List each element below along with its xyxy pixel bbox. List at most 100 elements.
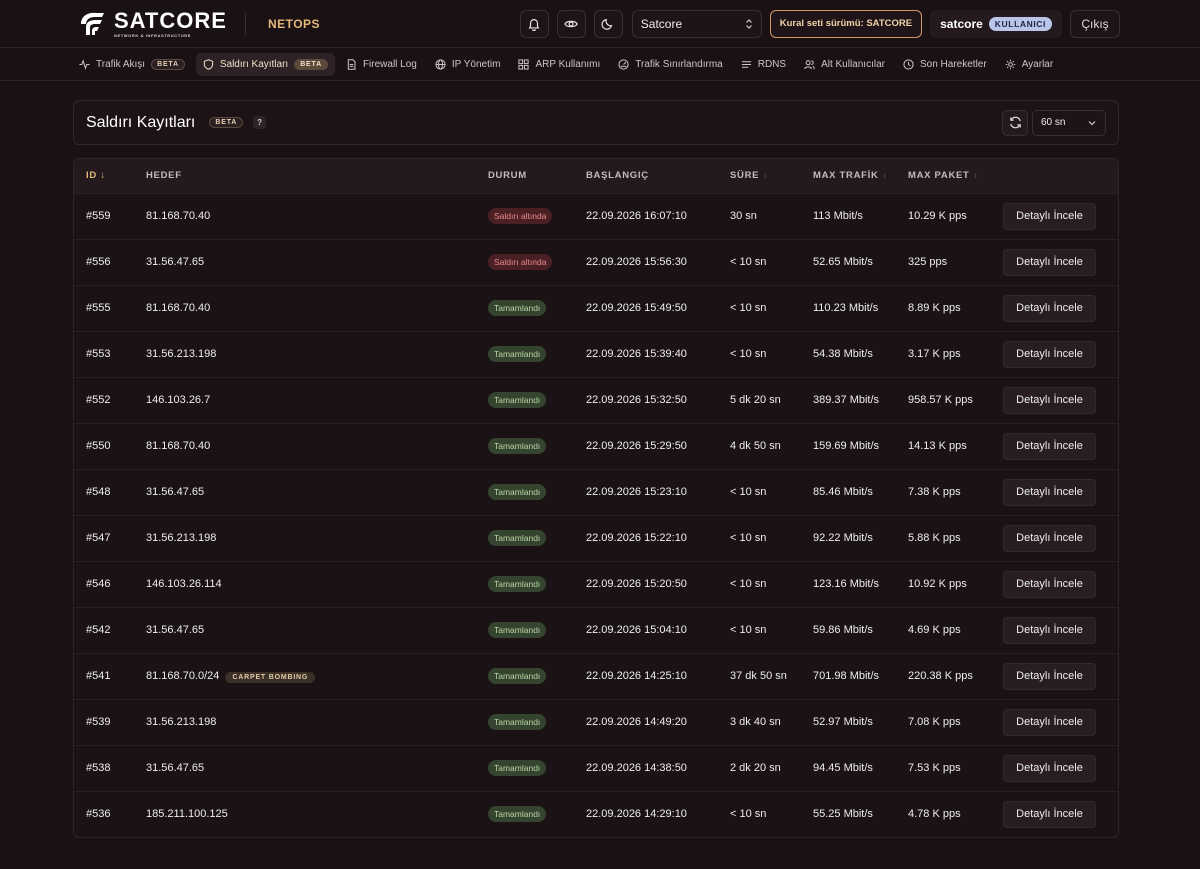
cell-max-traffic: 52.65 Mbit/s bbox=[813, 256, 873, 268]
cell-max-packet: 220.38 K pps bbox=[908, 670, 973, 682]
status-badge: Tamamlandı bbox=[488, 392, 547, 408]
target-ip: 81.168.70.40 bbox=[146, 440, 211, 452]
detail-button[interactable]: Detaylı İncele bbox=[1003, 294, 1096, 322]
status-badge: Saldırı altında bbox=[488, 208, 553, 224]
ruleset-version-button[interactable]: Kural seti sürümü: SATCORE bbox=[769, 9, 923, 38]
cell-status: Tamamlandı bbox=[476, 423, 574, 469]
help-button[interactable]: ? bbox=[253, 116, 267, 129]
nav-item-rdns[interactable]: RDNS bbox=[734, 53, 793, 76]
target-ip: 31.56.213.198 bbox=[146, 716, 217, 728]
nav-item-son-hareketler[interactable]: Son Hareketler bbox=[896, 53, 994, 76]
table-row: #555 81.168.70.40 Tamamlandı 22.09.2026 … bbox=[74, 285, 1118, 331]
nav-item-arp-kullanimi[interactable]: ARP Kullanımı bbox=[511, 53, 607, 76]
table-row: #550 81.168.70.40 Tamamlandı 22.09.2026 … bbox=[74, 423, 1118, 469]
users-icon bbox=[804, 59, 815, 69]
column-header-status: DURUM bbox=[476, 159, 574, 193]
column-header-label: ID bbox=[86, 170, 97, 182]
detail-button[interactable]: Detaylı İncele bbox=[1003, 570, 1096, 598]
cell-start: 22.09.2026 15:22:10 bbox=[586, 532, 687, 544]
detail-button[interactable]: Detaylı İncele bbox=[1003, 432, 1096, 460]
detail-button[interactable]: Detaylı İncele bbox=[1003, 708, 1096, 736]
table-row: #559 81.168.70.40 Saldırı altında 22.09.… bbox=[74, 193, 1118, 239]
target-ip: 31.56.47.65 bbox=[146, 256, 205, 268]
table-row: #553 31.56.213.198 Tamamlandı 22.09.2026… bbox=[74, 331, 1118, 377]
status-badge: Tamamlandı bbox=[488, 576, 547, 592]
document-icon bbox=[347, 58, 356, 70]
nav-item-ayarlar[interactable]: Ayarlar bbox=[998, 53, 1061, 76]
cell-duration: < 10 sn bbox=[730, 532, 767, 544]
clock-icon bbox=[903, 58, 914, 70]
detail-button[interactable]: Detaylı İncele bbox=[1003, 340, 1096, 368]
status-badge: Tamamlandı bbox=[488, 760, 547, 776]
cell-actions: Detaylı İncele bbox=[991, 745, 1118, 791]
user-menu[interactable]: satcore KULLANICI bbox=[930, 9, 1062, 38]
nav-item-firewall-log[interactable]: Firewall Log bbox=[339, 53, 424, 76]
theme-toggle-button[interactable] bbox=[593, 9, 623, 38]
detail-button[interactable]: Detaylı İncele bbox=[1003, 478, 1096, 506]
cell-duration: 37 dk 50 sn bbox=[730, 670, 787, 682]
nav-item-trafik-sinirlandirma[interactable]: Trafik Sınırlandırma bbox=[611, 53, 729, 76]
cell-actions: Detaylı İncele bbox=[991, 791, 1118, 837]
username: satcore bbox=[940, 16, 983, 31]
cell-max-traffic: 55.25 Mbit/s bbox=[813, 808, 873, 821]
cell-max-packet: 10.92 K pps bbox=[908, 578, 967, 590]
detail-button[interactable]: Detaylı İncele bbox=[1003, 754, 1096, 782]
cell-target: 146.103.26.114 bbox=[134, 561, 476, 607]
cell-max-packet: 4.78 K pps bbox=[908, 808, 961, 821]
brand-name: SATCORE bbox=[114, 7, 227, 33]
brand-logo[interactable]: SATCORE NETWORK & INFRASTRUCTURE bbox=[78, 7, 227, 38]
cell-status: Tamamlandı bbox=[476, 285, 574, 331]
cell-actions: Detaylı İncele bbox=[991, 377, 1118, 423]
cell-max-traffic: 123.16 Mbit/s bbox=[813, 578, 880, 590]
cell-status: Tamamlandı bbox=[476, 745, 574, 791]
header-divider bbox=[244, 12, 246, 35]
cell-target: 81.168.70.40 bbox=[134, 193, 476, 239]
column-header-duration[interactable]: SÜRE ↕ bbox=[718, 159, 801, 193]
detail-button[interactable]: Detaylı İncele bbox=[1003, 202, 1096, 230]
refresh-button[interactable] bbox=[1002, 109, 1028, 136]
tenant-select-value: Satcore bbox=[640, 16, 683, 31]
nav-item-alt-kullanicilar[interactable]: Alt Kullanıcılar bbox=[797, 53, 892, 76]
attack-log-table: ID ↓ HEDEF DURUM BAŞLANGIÇ SÜRE ↕ MAX TRA… bbox=[73, 158, 1119, 838]
detail-button[interactable]: Detaylı İncele bbox=[1003, 248, 1096, 276]
cell-max-traffic: 113 Mbit/s bbox=[813, 210, 863, 222]
detail-button[interactable]: Detaylı İncele bbox=[1003, 616, 1096, 644]
cell-actions: Detaylı İncele bbox=[991, 193, 1118, 239]
cell-actions: Detaylı İncele bbox=[991, 469, 1118, 515]
visibility-button[interactable] bbox=[556, 9, 586, 38]
status-badge: Tamamlandı bbox=[488, 484, 547, 500]
page-header-panel: Saldırı Kayıtları BETA ? 60 sn bbox=[73, 100, 1119, 145]
nav-item-ip-yonetim[interactable]: IP Yönetim bbox=[428, 53, 508, 76]
column-header-id[interactable]: ID ↓ bbox=[74, 159, 134, 193]
status-badge: Tamamlandı bbox=[488, 622, 547, 638]
column-header-max-packet[interactable]: MAX PAKET ↕ bbox=[896, 159, 991, 193]
table-header-row: ID ↓ HEDEF DURUM BAŞLANGIÇ SÜRE ↕ MAX TRA… bbox=[74, 159, 1118, 193]
detail-button[interactable]: Detaylı İncele bbox=[1003, 662, 1096, 690]
nav-item-label: Son Hareketler bbox=[919, 58, 987, 70]
detail-button[interactable]: Detaylı İncele bbox=[1003, 524, 1096, 552]
nav-item-saldiri-kayitlari[interactable]: Saldırı Kayıtları BETA bbox=[195, 52, 335, 76]
notifications-button[interactable] bbox=[519, 9, 549, 38]
detail-button[interactable]: Detaylı İncele bbox=[1003, 800, 1096, 828]
cell-max-packet: 5.88 K pps bbox=[908, 532, 961, 544]
tenant-select[interactable]: Satcore bbox=[631, 9, 762, 38]
column-header-max-traffic[interactable]: MAX TRAFİK ↕ bbox=[801, 159, 896, 193]
cell-id: #555 bbox=[86, 302, 111, 314]
target-ip: 31.56.47.65 bbox=[146, 486, 205, 498]
cell-start: 22.09.2026 14:49:20 bbox=[586, 716, 687, 728]
detail-button[interactable]: Detaylı İncele bbox=[1003, 386, 1096, 414]
logout-button[interactable]: Çıkış bbox=[1070, 9, 1120, 38]
cell-start: 22.09.2026 14:25:10 bbox=[586, 670, 687, 682]
cell-target: 31.56.47.65 bbox=[134, 607, 476, 653]
target-ip: 185.211.100.125 bbox=[146, 808, 228, 821]
status-badge: Tamamlandı bbox=[488, 714, 547, 730]
column-header-label: MAX PAKET bbox=[908, 170, 970, 182]
nav-item-trafik-akisi[interactable]: Trafik Akışı BETA bbox=[72, 53, 192, 76]
satcore-logo-icon bbox=[81, 12, 104, 35]
refresh-interval-select[interactable]: 60 sn bbox=[1032, 109, 1106, 136]
cell-max-traffic: 389.37 Mbit/s bbox=[813, 394, 880, 406]
cell-max-traffic: 59.86 Mbit/s bbox=[813, 624, 873, 636]
cell-actions: Detaylı İncele bbox=[991, 239, 1118, 285]
cell-status: Saldırı altında bbox=[476, 193, 574, 239]
beta-badge: BETA bbox=[151, 58, 185, 70]
